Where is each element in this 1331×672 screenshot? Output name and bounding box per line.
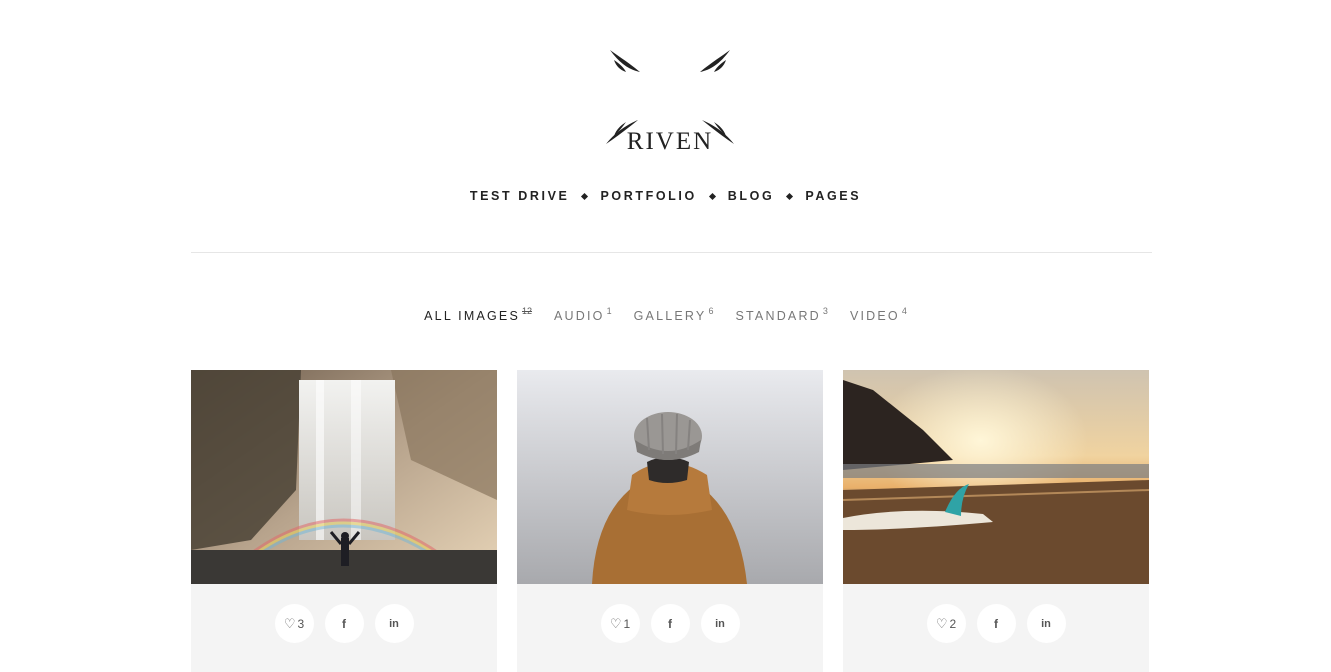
- filter-standard[interactable]: STANDARD 3: [735, 306, 827, 323]
- nav-item-test-drive[interactable]: TEST DRIVE: [470, 189, 570, 203]
- like-count: 1: [623, 616, 631, 631]
- filter-video[interactable]: VIDEO 4: [850, 306, 907, 323]
- filter-label: GALLERY: [633, 309, 707, 323]
- heart-icon: ♡: [609, 615, 622, 631]
- facebook-icon: f: [994, 616, 998, 631]
- nav-item-blog[interactable]: BLOG: [728, 189, 775, 203]
- linkedin-share-button[interactable]: in: [1026, 604, 1066, 643]
- filter-audio[interactable]: AUDIO 1: [554, 306, 612, 323]
- filter-label: VIDEO: [849, 309, 900, 323]
- linkedin-icon: in: [389, 617, 399, 630]
- like-button[interactable]: ♡ 2: [926, 604, 966, 643]
- heart-icon: ♡: [283, 615, 296, 631]
- portfolio-card: ♡ 3 f in: [191, 370, 497, 672]
- filter-count: 1: [606, 306, 612, 316]
- card-image-surfboard-beach[interactable]: [843, 370, 1149, 584]
- filter-label: ALL IMAGES: [424, 309, 520, 323]
- nav-item-portfolio[interactable]: PORTFOLIO: [600, 189, 696, 203]
- like-count: 3: [297, 616, 305, 631]
- like-count: 2: [949, 616, 957, 631]
- filter-count: 3: [822, 306, 828, 316]
- main-navigation: TEST DRIVE PORTFOLIO BLOG PAGES: [0, 189, 1331, 203]
- linkedin-icon: in: [1041, 617, 1051, 630]
- filter-count: 6: [708, 306, 714, 316]
- nav-separator: [708, 192, 716, 200]
- nav-item-pages[interactable]: PAGES: [805, 189, 861, 203]
- card-actions: ♡ 1 f in: [517, 604, 823, 643]
- facebook-share-button[interactable]: f: [650, 604, 690, 643]
- facebook-icon: f: [668, 616, 672, 631]
- site-logo[interactable]: RIVEN: [600, 46, 740, 155]
- facebook-icon: f: [342, 616, 346, 631]
- filter-all-images[interactable]: ALL IMAGES 12: [424, 306, 532, 323]
- header-divider: [191, 252, 1152, 253]
- nav-separator: [581, 192, 589, 200]
- nav-separator: [786, 192, 794, 200]
- card-image-hooded-person[interactable]: [517, 370, 823, 584]
- heart-icon: ♡: [935, 615, 948, 631]
- linkedin-share-button[interactable]: in: [374, 604, 414, 643]
- like-button[interactable]: ♡ 3: [274, 604, 314, 643]
- like-button[interactable]: ♡ 1: [600, 604, 640, 643]
- portfolio-card: ♡ 1 f in: [517, 370, 823, 672]
- card-image-waterfall[interactable]: [191, 370, 497, 584]
- facebook-share-button[interactable]: f: [976, 604, 1016, 643]
- card-actions: ♡ 3 f in: [191, 604, 497, 643]
- card-actions: ♡ 2 f in: [843, 604, 1149, 643]
- linkedin-icon: in: [715, 617, 725, 630]
- filter-count: 12: [522, 306, 533, 316]
- filter-label: AUDIO: [554, 309, 605, 323]
- category-filters: ALL IMAGES 12 AUDIO 1 GALLERY 6 STANDARD 3 V…: [0, 306, 1331, 323]
- filter-count: 4: [901, 306, 907, 316]
- facebook-share-button[interactable]: f: [324, 604, 364, 643]
- filter-gallery[interactable]: GALLERY 6: [634, 306, 714, 323]
- linkedin-share-button[interactable]: in: [700, 604, 740, 643]
- filter-label: STANDARD: [735, 309, 821, 323]
- logo-text: RIVEN: [626, 128, 714, 155]
- portfolio-card: ♡ 2 f in: [843, 370, 1149, 672]
